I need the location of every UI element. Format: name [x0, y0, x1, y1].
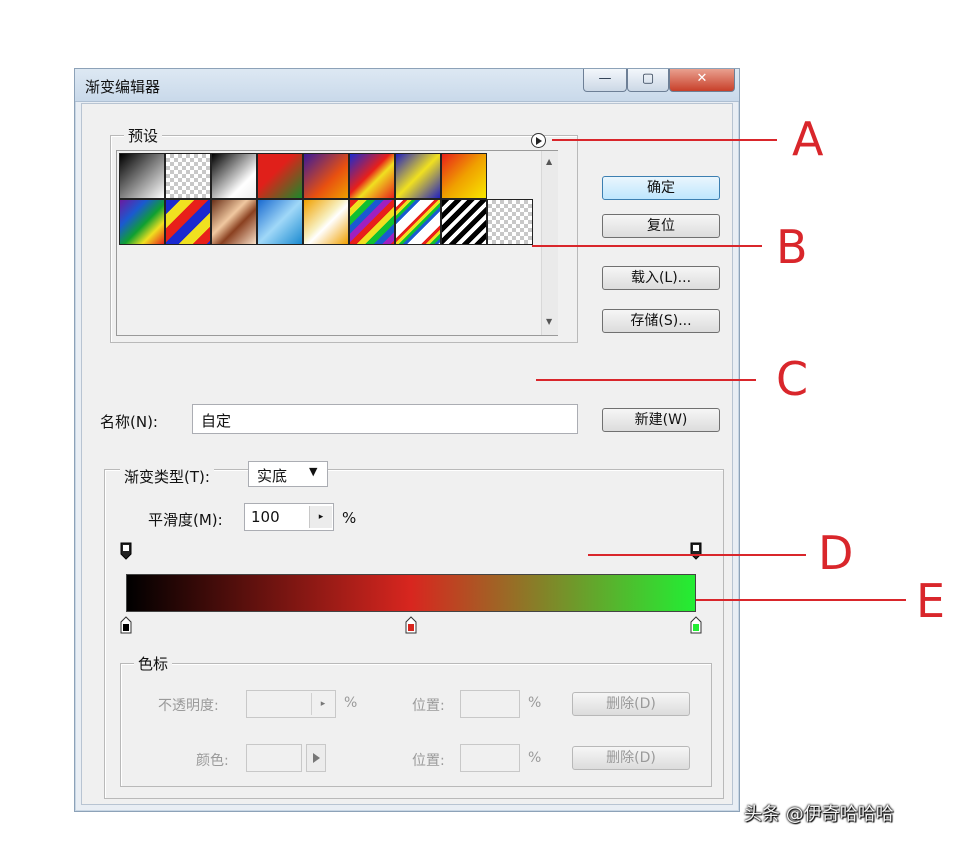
callout-line-b — [532, 245, 762, 247]
preset-swatch[interactable] — [395, 199, 441, 245]
color-position-unit: % — [528, 750, 542, 766]
maximize-button[interactable]: ▢ — [627, 69, 669, 92]
preset-swatch[interactable] — [349, 153, 395, 199]
preset-swatch[interactable] — [165, 153, 211, 199]
opacity-stop[interactable] — [690, 542, 702, 560]
opacity-position-unit: % — [528, 695, 542, 711]
delete-opacity-stop-button: 删除(D) — [572, 692, 690, 716]
opacity-field: ▸ — [246, 690, 336, 718]
color-stop[interactable] — [690, 616, 702, 634]
opacity-stop-track[interactable] — [120, 540, 702, 562]
callout-letter-e: E — [916, 574, 946, 628]
color-stop-track[interactable] — [120, 614, 702, 638]
name-field[interactable]: 自定 — [192, 404, 578, 434]
color-stop[interactable] — [405, 616, 417, 634]
preset-swatch[interactable] — [303, 199, 349, 245]
preset-scrollbar[interactable]: ▲ ▼ — [541, 151, 558, 335]
gradient-type-value: 实底 — [257, 467, 288, 485]
color-position-field — [460, 744, 520, 772]
preset-swatch[interactable] — [165, 199, 211, 245]
chevron-down-icon: ▼ — [309, 465, 318, 478]
preset-list[interactable]: ▲ ▼ — [116, 150, 558, 336]
smoothness-label: 平滑度(M): — [148, 511, 223, 529]
scroll-up-icon[interactable]: ▲ — [546, 157, 552, 166]
name-value: 自定 — [201, 412, 232, 430]
gradient-editor-dialog: 渐变编辑器 — ▢ ✕ 预设 ▲ ▼ 确定 复位 载入(L)... 存储(S).… — [74, 68, 740, 812]
preset-swatch[interactable] — [211, 153, 257, 199]
preset-swatch[interactable] — [211, 199, 257, 245]
scroll-down-icon[interactable]: ▼ — [546, 317, 552, 326]
preset-swatch[interactable] — [257, 199, 303, 245]
opacity-position-label: 位置: — [412, 698, 445, 714]
new-button[interactable]: 新建(W) — [602, 408, 720, 432]
opacity-stop[interactable] — [120, 542, 132, 560]
opacity-label: 不透明度: — [158, 698, 219, 714]
play-arrow-icon — [313, 753, 320, 763]
smoothness-value: 100 — [251, 508, 280, 526]
window-title: 渐变编辑器 — [85, 78, 161, 96]
title-bar[interactable]: 渐变编辑器 — ▢ ✕ — [75, 69, 739, 102]
close-button[interactable]: ✕ — [669, 69, 735, 92]
callout-letter-b: B — [776, 220, 808, 274]
gradient-type-select[interactable]: 实底 ▼ — [248, 461, 328, 487]
opacity-position-field — [460, 690, 520, 718]
preset-swatch[interactable] — [395, 153, 441, 199]
callout-line-e — [696, 599, 906, 601]
preset-swatch[interactable] — [303, 153, 349, 199]
save-button[interactable]: 存储(S)... — [602, 309, 720, 333]
preset-swatch[interactable] — [441, 199, 487, 245]
callout-letter-d: D — [818, 526, 854, 580]
presets-legend: 预设 — [124, 125, 163, 146]
load-button[interactable]: 载入(L)... — [602, 266, 720, 290]
preset-swatch[interactable] — [119, 153, 165, 199]
callout-letter-a: A — [792, 112, 824, 166]
color-stops-legend: 色标 — [134, 653, 173, 674]
ok-button[interactable]: 确定 — [602, 176, 720, 200]
preset-swatch[interactable] — [349, 199, 395, 245]
gradient-bar[interactable] — [126, 574, 696, 612]
callout-line-d — [588, 554, 806, 556]
arrow-right-icon — [536, 137, 542, 145]
color-stop[interactable] — [120, 616, 132, 634]
dialog-body: 预设 ▲ ▼ 确定 复位 载入(L)... 存储(S)... 名称(N): 自定… — [81, 103, 733, 805]
minimize-button[interactable]: — — [583, 69, 627, 92]
smoothness-field[interactable]: 100 ▸ — [244, 503, 334, 531]
slider-arrow-icon[interactable]: ▸ — [309, 506, 332, 528]
preset-swatch[interactable] — [257, 153, 303, 199]
preset-swatch[interactable] — [487, 199, 533, 245]
name-label: 名称(N): — [100, 413, 158, 431]
callout-line-a — [552, 139, 777, 141]
watermark: 头条 @伊奇哈哈哈 — [744, 804, 894, 825]
circle-arrow-icon[interactable] — [531, 133, 546, 148]
slider-arrow-icon: ▸ — [311, 693, 334, 715]
preset-swatch[interactable] — [441, 153, 487, 199]
gradient-editor-area — [120, 540, 702, 612]
callout-line-c — [536, 379, 756, 381]
color-position-label: 位置: — [412, 753, 445, 769]
gradient-type-label: 渐变类型(T): — [120, 466, 214, 487]
color-swatch-field — [246, 744, 302, 772]
delete-color-stop-button: 删除(D) — [572, 746, 690, 770]
reset-button[interactable]: 复位 — [602, 214, 720, 238]
color-menu-button — [306, 744, 326, 772]
callout-letter-c: C — [776, 352, 809, 406]
smoothness-unit: % — [342, 509, 357, 527]
color-label: 颜色: — [196, 753, 229, 769]
preset-swatch[interactable] — [119, 199, 165, 245]
opacity-unit: % — [344, 695, 358, 711]
